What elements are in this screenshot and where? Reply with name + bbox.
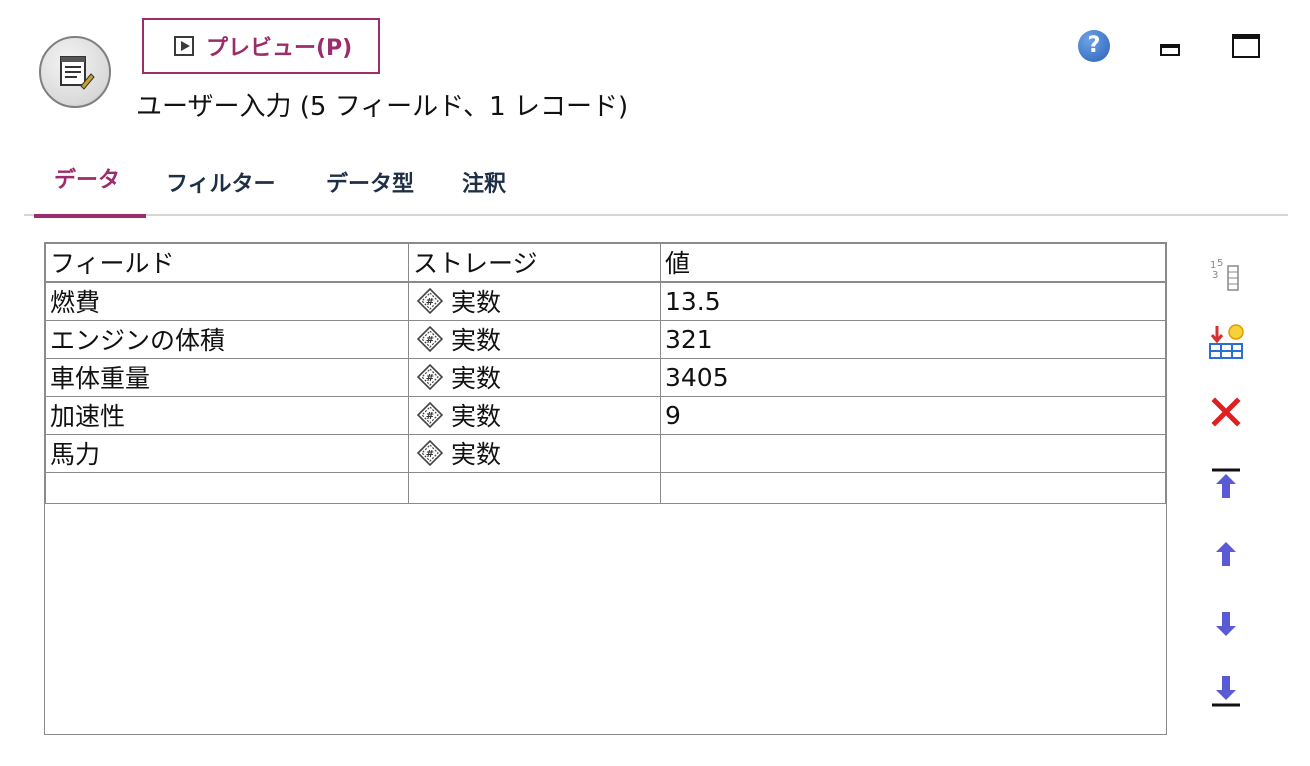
- storage-label: 実数: [451, 439, 502, 469]
- node-title: ユーザー入力 (5 フィールド、1 レコード): [136, 92, 629, 122]
- field-name-cell[interactable]: 馬力: [45, 433, 409, 473]
- number-format-icon[interactable]: 1 5 3: [1204, 252, 1248, 296]
- storage-label: 実数: [451, 325, 502, 355]
- tab-data-type[interactable]: データ型: [320, 150, 430, 216]
- move-to-top-icon[interactable]: [1204, 462, 1248, 506]
- storage-cell[interactable]: # 実数: [408, 357, 661, 397]
- column-header-storage[interactable]: ストレージ: [408, 243, 661, 283]
- svg-text:#: #: [426, 449, 434, 460]
- preview-button[interactable]: プレビュー(P): [142, 18, 380, 74]
- real-number-icon: #: [416, 439, 444, 472]
- svg-text:#: #: [426, 411, 434, 422]
- import-fields-icon[interactable]: [1204, 320, 1248, 364]
- tab-filter-label: フィルター: [166, 172, 276, 197]
- field-name-cell[interactable]: エンジンの体積: [45, 319, 409, 359]
- node-icon: [39, 36, 111, 108]
- tab-data-type-label: データ型: [326, 172, 415, 197]
- value-cell[interactable]: 3405: [660, 357, 1166, 397]
- help-icon[interactable]: ?: [1078, 30, 1110, 62]
- storage-label: 実数: [451, 287, 502, 317]
- storage-label: 実数: [451, 401, 502, 431]
- tab-bar: データ フィルター データ型 注釈: [24, 150, 1288, 218]
- field-name-cell[interactable]: 燃費: [45, 281, 409, 321]
- table-header-row: フィールド ストレージ 値: [45, 243, 1166, 283]
- storage-cell[interactable]: # 実数: [408, 433, 661, 473]
- play-icon: [174, 36, 194, 56]
- field-name-cell[interactable]: [45, 471, 409, 504]
- storage-cell[interactable]: # 実数: [408, 395, 661, 435]
- value-cell[interactable]: 321: [660, 319, 1166, 359]
- tab-annotation[interactable]: 注釈: [456, 150, 526, 216]
- table-row[interactable]: エンジンの体積 # 実数 321: [45, 319, 1166, 359]
- move-down-icon[interactable]: [1204, 602, 1248, 646]
- column-header-value[interactable]: 値: [660, 243, 1166, 283]
- real-number-icon: #: [416, 325, 444, 358]
- storage-cell[interactable]: # 実数: [408, 281, 661, 321]
- storage-label: 実数: [451, 363, 502, 393]
- tab-filter[interactable]: フィルター: [160, 150, 300, 216]
- maximize-icon[interactable]: [1232, 34, 1260, 58]
- svg-text:3: 3: [1212, 270, 1218, 281]
- preview-button-label: プレビュー(P): [206, 36, 353, 61]
- svg-text:#: #: [426, 373, 434, 384]
- table-row[interactable]: 車体重量 # 実数 3405: [45, 357, 1166, 397]
- tab-data[interactable]: データ: [34, 150, 146, 218]
- table-row[interactable]: 燃費 # 実数 13.5: [45, 281, 1166, 321]
- real-number-icon: #: [416, 401, 444, 434]
- value-cell[interactable]: 9: [660, 395, 1166, 435]
- real-number-icon: #: [416, 287, 444, 320]
- value-cell[interactable]: [660, 433, 1166, 473]
- value-cell[interactable]: 13.5: [660, 281, 1166, 321]
- field-name-cell[interactable]: 車体重量: [45, 357, 409, 397]
- field-grid: フィールド ストレージ 値 燃費 # 実数 13.5 エンジンの体積 # 実数 321 車体重量…: [44, 242, 1167, 735]
- svg-text:5: 5: [1217, 258, 1223, 269]
- storage-cell[interactable]: # 実数: [408, 319, 661, 359]
- move-to-bottom-icon[interactable]: [1204, 668, 1248, 712]
- field-name-cell[interactable]: 加速性: [45, 395, 409, 435]
- storage-cell[interactable]: [408, 471, 661, 504]
- svg-text:#: #: [426, 297, 434, 308]
- field-table: フィールド ストレージ 値 燃費 # 実数 13.5 エンジンの体積 # 実数 321 車体重量…: [45, 243, 1166, 504]
- table-row[interactable]: 馬力 # 実数: [45, 433, 1166, 473]
- value-cell[interactable]: [660, 471, 1166, 504]
- real-number-icon: #: [416, 363, 444, 396]
- svg-text:#: #: [426, 335, 434, 346]
- delete-icon[interactable]: [1204, 390, 1248, 434]
- table-row[interactable]: 加速性 # 実数 9: [45, 395, 1166, 435]
- tab-data-label: データ: [54, 168, 121, 193]
- move-up-icon[interactable]: [1204, 532, 1248, 576]
- column-header-field[interactable]: フィールド: [45, 243, 409, 283]
- minimize-icon[interactable]: [1160, 44, 1180, 56]
- table-row[interactable]: [45, 471, 1166, 504]
- tab-annotation-label: 注釈: [462, 172, 507, 197]
